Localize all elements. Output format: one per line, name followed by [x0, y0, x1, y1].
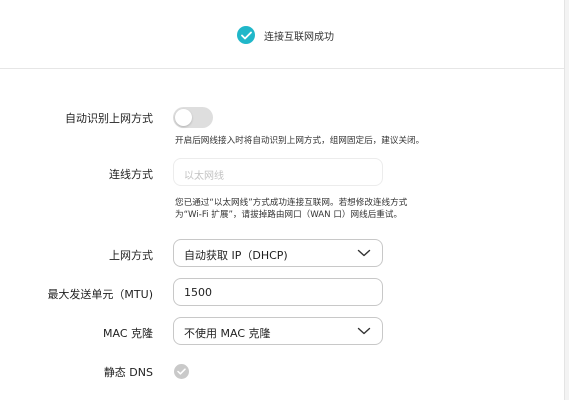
settings-page: 连接互联网成功 自动识别上网方式 开启后网线接入时将自动识别上网方式，组网固定后… — [0, 0, 569, 400]
toggle-knob — [175, 109, 192, 126]
connection-status-text: 连接互联网成功 — [264, 31, 334, 43]
connection-status: 连接互联网成功 — [237, 26, 334, 44]
mtu-input[interactable] — [173, 278, 383, 306]
chevron-down-icon — [357, 327, 371, 335]
check-icon — [177, 368, 186, 375]
static-dns-checkbox[interactable] — [174, 364, 189, 379]
internet-mode-value: 自动获取 IP（DHCP) — [184, 249, 288, 262]
success-check-icon — [237, 26, 255, 44]
mac-clone-value: 不使用 MAC 克隆 — [184, 327, 271, 340]
static-dns-label: 静态 DNS — [103, 366, 153, 379]
auto-detect-toggle[interactable] — [173, 107, 213, 128]
connection-mode-label: 连线方式 — [109, 168, 153, 181]
connection-mode-hint-line1: 您已通过“以太网线”方式成功连接互联网。若想修改连线方式 — [175, 198, 408, 208]
connection-mode-hint-line2: 为“Wi-Fi 扩展”，请拔掉路由网口（WAN 口）网线后重试。 — [175, 210, 403, 220]
connection-mode-select: 以太网线 — [173, 158, 383, 186]
internet-mode-label: 上网方式 — [109, 249, 153, 262]
internet-settings-card: 连接互联网成功 自动识别上网方式 开启后网线接入时将自动识别上网方式，组网固定后… — [0, 0, 565, 400]
connection-status-banner: 连接互联网成功 — [0, 0, 564, 69]
internet-mode-select[interactable]: 自动获取 IP（DHCP) — [173, 239, 383, 267]
mac-clone-select[interactable]: 不使用 MAC 克隆 — [173, 317, 383, 345]
mac-clone-label: MAC 克隆 — [103, 327, 153, 340]
connection-mode-value: 以太网线 — [184, 171, 224, 182]
auto-detect-hint: 开启后网线接入时将自动识别上网方式，组网固定后，建议关闭。 — [175, 136, 425, 146]
auto-detect-label: 自动识别上网方式 — [65, 112, 153, 125]
chevron-down-icon — [357, 249, 371, 257]
mtu-label: 最大发送单元（MTU) — [47, 288, 153, 301]
